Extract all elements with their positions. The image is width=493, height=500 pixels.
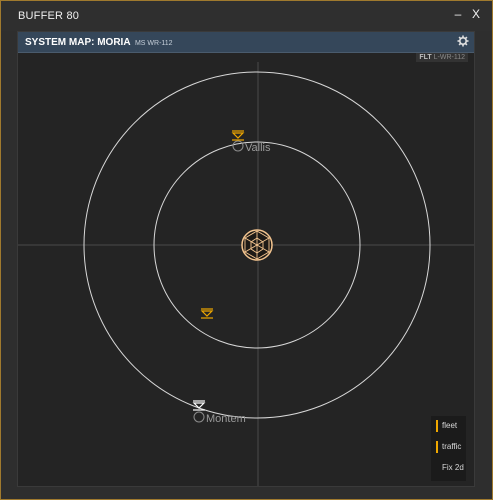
panel-title: SYSTEM MAP: MORIA MS WR-112 [25, 37, 173, 48]
panel-header: SYSTEM MAP: MORIA MS WR-112 [18, 32, 474, 53]
player-ship-icon[interactable] [192, 400, 206, 411]
system-map-panel: SYSTEM MAP: MORIA MS WR-112 FLT L-WR-112 [17, 31, 475, 487]
legend-item-traffic[interactable]: traffic [436, 441, 461, 453]
window-title: BUFFER 80 [18, 10, 80, 22]
window-titlebar[interactable]: BUFFER 80 – X [1, 1, 492, 31]
flt-value: L-WR-112 [433, 54, 465, 61]
legend-swatch [436, 441, 438, 453]
panel-subtitle: MS WR-112 [134, 40, 173, 47]
flt-tag: FLT L-WR-112 [416, 53, 468, 62]
panel-title-text: SYSTEM MAP: MORIA [25, 37, 131, 48]
fleet-marker-icon[interactable] [200, 308, 214, 319]
close-button[interactable]: X [470, 7, 482, 21]
planet-vallis-label: Vallis [245, 142, 271, 154]
legend-label: Fix 2d [442, 463, 464, 472]
legend-label: fleet [442, 421, 458, 430]
planet-montem-label: Montem [206, 413, 246, 425]
planet-vallis[interactable]: Vallis [232, 140, 271, 154]
flt-label: FLT [419, 54, 432, 61]
planet-montem[interactable]: Montem [193, 411, 246, 425]
fleet-marker-icon[interactable] [231, 130, 245, 141]
app-window: BUFFER 80 – X SYSTEM MAP: MORIA MS WR-11… [0, 0, 493, 500]
system-map-canvas[interactable]: Vallis Montem [18, 62, 474, 486]
star-icon[interactable] [241, 229, 273, 261]
legend-item-fleet[interactable]: fleet [436, 420, 457, 432]
legend-swatch [436, 462, 438, 474]
minimize-button[interactable]: – [452, 7, 464, 21]
legend-label: traffic [442, 442, 462, 451]
legend-item-fix[interactable]: Fix 2d [436, 462, 464, 474]
gear-icon[interactable] [457, 35, 469, 47]
legend-swatch [436, 420, 438, 432]
map-legend: fleet traffic Fix 2d [431, 416, 466, 481]
